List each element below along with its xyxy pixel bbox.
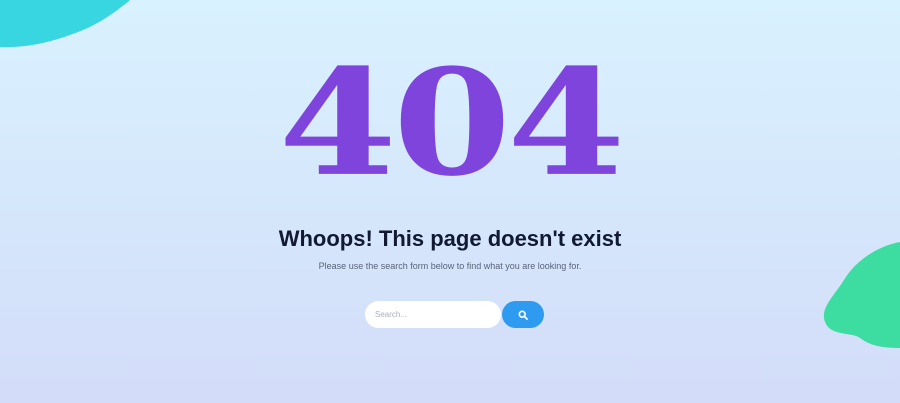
decorative-blob-top-left	[0, 0, 130, 48]
search-button[interactable]	[502, 301, 544, 328]
page-subtitle: Please use the search form below to find…	[318, 261, 582, 271]
error-code-heading: 404	[278, 37, 626, 210]
page-title: Whoops! This page doesn't exist	[278, 226, 622, 251]
search-input[interactable]	[365, 301, 501, 328]
search-icon	[518, 309, 528, 320]
decorative-blob-bottom-right	[823, 242, 900, 348]
